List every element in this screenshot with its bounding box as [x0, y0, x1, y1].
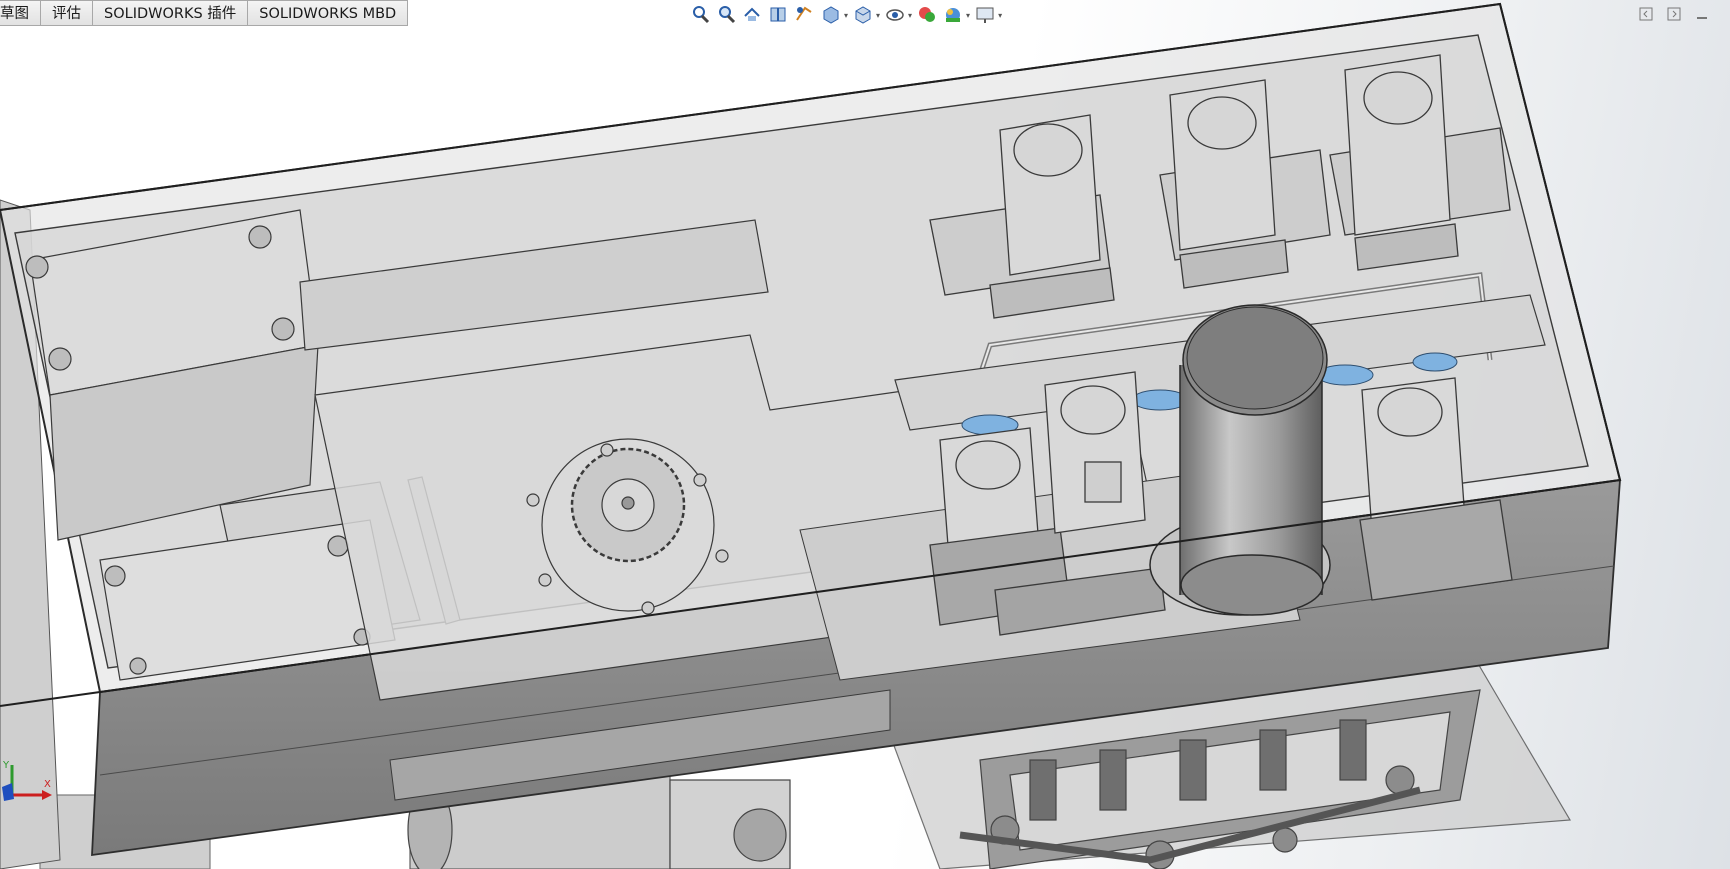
chevron-down-icon[interactable]: ▾ [844, 11, 848, 20]
reference-triad: Y X [0, 755, 56, 805]
tab-evaluate[interactable]: 评估 [41, 0, 93, 26]
view-orientation-button[interactable] [820, 4, 842, 26]
zoom-to-area-button[interactable] [716, 4, 738, 26]
edit-appearance-icon [919, 7, 936, 22]
minimize-icon [1697, 17, 1707, 19]
display-style-icon [855, 6, 871, 24]
zoom-to-area-icon [719, 6, 736, 24]
tab-solidworks-mbd[interactable]: SOLIDWORKS MBD [248, 0, 409, 26]
chevron-down-icon[interactable]: ▾ [966, 11, 970, 20]
graphics-viewport[interactable] [0, 0, 1730, 869]
heads-up-view-toolbar: ▾ ▾ ▾ ▾ ▾ [690, 2, 1006, 28]
hide-show-items-button[interactable] [884, 4, 906, 26]
section-view-icon [770, 7, 786, 22]
tile-right-icon [1667, 7, 1681, 21]
tile-right-button[interactable] [1666, 6, 1682, 22]
chevron-down-icon[interactable]: ▾ [908, 11, 912, 20]
dynamic-annotation-button[interactable] [794, 4, 816, 26]
section-view-button[interactable] [768, 4, 790, 26]
tile-left-icon [1639, 7, 1653, 21]
previous-view-icon [744, 7, 760, 21]
assembly-model-view[interactable] [0, 0, 1730, 869]
display-style-button[interactable] [852, 4, 874, 26]
triad-x-label: X [44, 779, 51, 790]
dynamic-annotation-icon [796, 6, 812, 21]
tab-solidworks-addins[interactable]: SOLIDWORKS 插件 [93, 0, 249, 26]
triad-y-label: Y [2, 760, 10, 771]
view-settings-button[interactable] [974, 4, 996, 26]
zoom-to-fit-icon [693, 6, 710, 24]
zoom-to-fit-button[interactable] [690, 4, 712, 26]
chevron-down-icon[interactable]: ▾ [876, 11, 880, 20]
chevron-down-icon[interactable]: ▾ [998, 11, 1002, 20]
hide-show-items-icon [886, 9, 904, 21]
tab-sketch[interactable]: 草图 [0, 0, 41, 26]
apply-scene-button[interactable] [942, 4, 964, 26]
minimize-button[interactable] [1694, 6, 1710, 22]
view-orientation-icon [823, 6, 839, 24]
command-manager-tabs: 草图 评估 SOLIDWORKS 插件 SOLIDWORKS MBD [0, 0, 409, 27]
previous-view-button[interactable] [742, 4, 764, 26]
tile-left-button[interactable] [1638, 6, 1654, 22]
edit-appearance-button[interactable] [916, 4, 938, 26]
apply-scene-icon [946, 8, 961, 22]
viewport-window-controls [1638, 6, 1710, 22]
view-settings-icon [976, 7, 994, 23]
